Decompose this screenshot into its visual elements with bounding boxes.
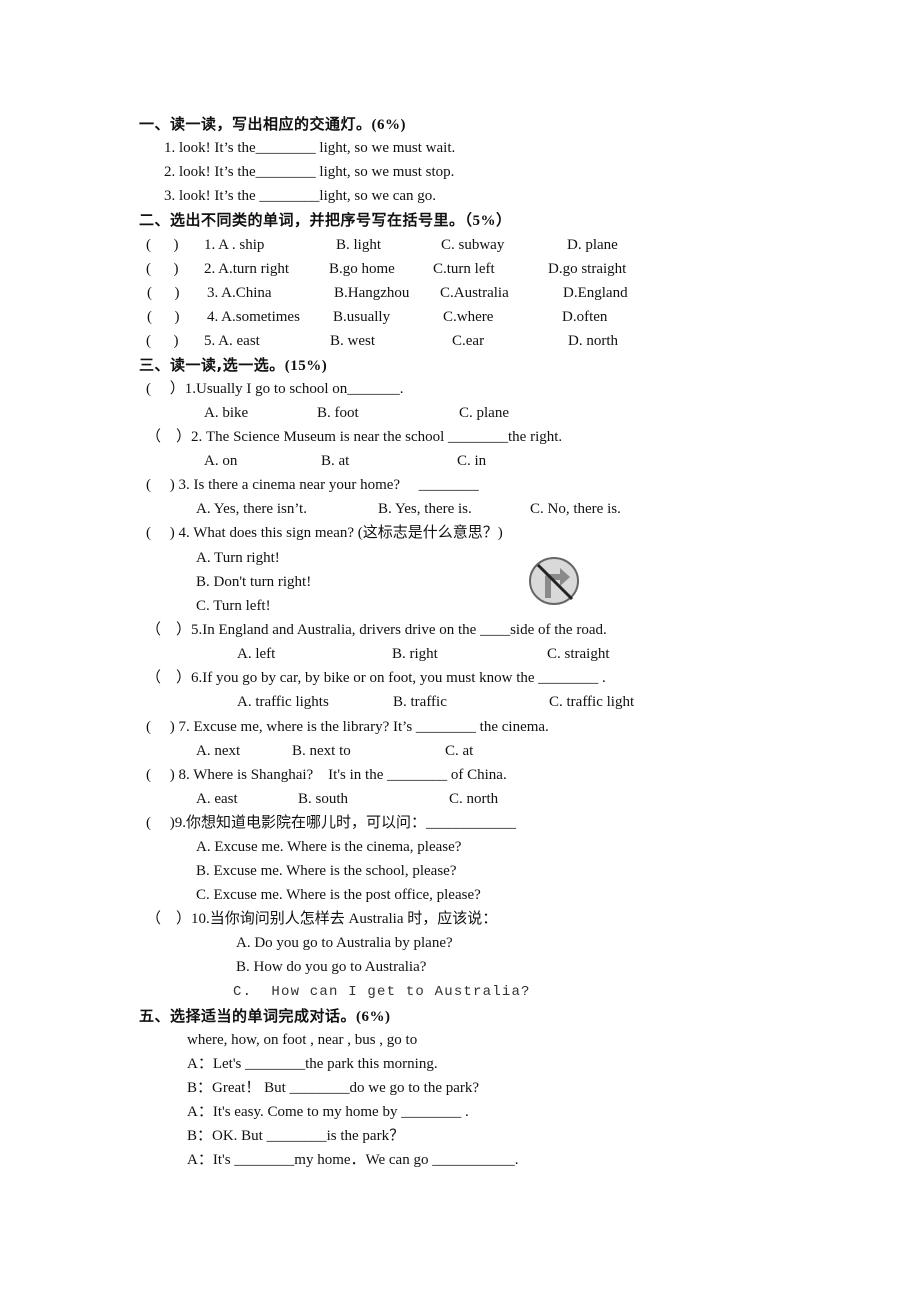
section1-score: (6%)	[371, 117, 407, 133]
answer-bracket[interactable]: ( )	[147, 283, 180, 303]
section3-score: (15%)	[284, 358, 328, 374]
q5-option-b: B. right	[392, 646, 438, 662]
option-a: 3. A.China	[207, 285, 272, 301]
option-b: B. light	[336, 237, 382, 253]
section2-heading: 二、选出不同类的单词，并把序号写在括号里。（5%）	[139, 210, 512, 231]
section5-heading-text: 五、选择适当的单词完成对话。	[139, 1007, 357, 1025]
dialogue-line-2: B：Great！ But ________do we go to the par…	[187, 1080, 480, 1096]
q5-stem: （ ）5.In England and Australia, drivers d…	[146, 622, 607, 638]
answer-bracket[interactable]: ( )	[146, 331, 179, 351]
section5-heading: 五、选择适当的单词完成对话。(6%)	[139, 1006, 391, 1027]
q5-option-a: A. left	[237, 646, 276, 662]
q1-option-c: C. plane	[459, 405, 509, 421]
option-d: D. plane	[567, 237, 618, 253]
section1-heading-text: 一、读一读，写出相应的交通灯。	[139, 115, 372, 133]
q4-option-b: B. Don't turn right!	[196, 574, 312, 590]
q6-option-b: B. traffic	[393, 694, 447, 710]
section3-heading-text: 三、读一读,选一选。	[139, 356, 285, 374]
q10-stem: （ ）10.当你询问别人怎样去 Australia 时，应该说：	[146, 911, 498, 927]
q1-stem: ( ）1.Usually I go to school on_______.	[146, 381, 404, 397]
q2-stem: （ ）2. The Science Museum is near the sch…	[146, 429, 563, 445]
q2-option-c: C. in	[457, 453, 487, 469]
q8-option-b: B. south	[298, 791, 349, 807]
dialogue-line-1: A：Let's ________the park this morning.	[187, 1056, 438, 1072]
option-a: 1. A . ship	[204, 237, 265, 253]
q9-option-c: C. Excuse me. Where is the post office, …	[196, 887, 481, 903]
option-a: 5. A. east	[204, 333, 260, 349]
option-b: B.Hangzhou	[334, 285, 410, 301]
option-b: B. west	[330, 333, 375, 349]
q10-option-c: C. How can I get to Australia?	[233, 984, 531, 1000]
dialogue-line-5: A：It's ________my home．We can go _______…	[187, 1152, 519, 1168]
option-c: C.ear	[452, 333, 485, 349]
q2-option-b: B. at	[321, 453, 350, 469]
answer-bracket[interactable]: ( )	[146, 259, 179, 279]
option-c: C.Australia	[440, 285, 509, 301]
q9-option-a: A. Excuse me. Where is the cinema, pleas…	[196, 839, 462, 855]
section3-heading: 三、读一读,选一选。(15%)	[139, 355, 327, 376]
option-b: B.go home	[329, 261, 395, 277]
section2-score: （5%）	[464, 213, 512, 229]
q6-stem: （ ）6.If you go by car, by bike or on foo…	[146, 670, 606, 686]
q7-option-c: C. at	[445, 743, 474, 759]
q3-stem: ( ) 3. Is there a cinema near your home?…	[146, 477, 479, 493]
q7-option-b: B. next to	[292, 743, 351, 759]
q10-option-b: B. How do you go to Australia?	[236, 959, 427, 975]
q6-option-c: C. traffic light	[549, 694, 635, 710]
q10-option-a: A. Do you go to Australia by plane?	[236, 935, 453, 951]
q9-option-b: B. Excuse me. Where is the school, pleas…	[196, 863, 457, 879]
option-a: 4. A.sometimes	[207, 309, 300, 325]
option-d: D. north	[568, 333, 618, 349]
option-c: C.where	[443, 309, 494, 325]
section1-heading: 一、读一读，写出相应的交通灯。(6%)	[139, 114, 406, 135]
option-a: 2. A.turn right	[204, 261, 289, 277]
q1-option-a: A. bike	[204, 405, 249, 421]
q6-option-a: A. traffic lights	[237, 694, 329, 710]
section2-heading-text: 二、选出不同类的单词，并把序号写在括号里。	[139, 211, 465, 229]
q3-option-c: C. No, there is.	[530, 501, 621, 517]
q3-option-a: A. Yes, there isn’t.	[196, 501, 307, 517]
s1-item-1: 1. look! It’s the________ light, so we m…	[164, 140, 456, 156]
q4-option-a: A. Turn right!	[196, 550, 280, 566]
answer-bracket[interactable]: ( )	[146, 235, 179, 255]
option-c: C.turn left	[433, 261, 495, 277]
q8-stem: ( ) 8. Where is Shanghai? It's in the __…	[146, 767, 507, 783]
word-bank: where, how, on foot , near , bus , go to	[187, 1032, 418, 1048]
section5-score: (6%)	[356, 1009, 391, 1025]
dialogue-line-4: B：OK. But ________is the park？	[187, 1128, 405, 1144]
no-right-turn-sign-icon	[529, 557, 579, 605]
s1-item-2: 2. look! It’s the________ light, so we m…	[164, 164, 455, 180]
option-d: D.often	[562, 309, 608, 325]
q4-stem: ( ) 4. What does this sign mean? (这标志是什么…	[146, 525, 503, 541]
q3-option-b: B. Yes, there is.	[378, 501, 472, 517]
option-c: C. subway	[441, 237, 505, 253]
q2-option-a: A. on	[204, 453, 238, 469]
answer-bracket[interactable]: ( )	[147, 307, 180, 327]
dialogue-line-3: A：It's easy. Come to my home by ________…	[187, 1104, 469, 1120]
q9-stem: ( )9.你想知道电影院在哪儿时，可以问：____________	[146, 815, 516, 831]
q4-option-c: C. Turn left!	[196, 598, 271, 614]
q7-option-a: A. next	[196, 743, 241, 759]
q8-option-c: C. north	[449, 791, 499, 807]
q5-option-c: C. straight	[547, 646, 610, 662]
option-d: D.go straight	[548, 261, 627, 277]
q7-stem: ( ) 7. Excuse me, where is the library? …	[146, 719, 549, 735]
q1-option-b: B. foot	[317, 405, 359, 421]
s1-item-3: 3. look! It’s the ________light, so we c…	[164, 188, 437, 204]
option-d: D.England	[563, 285, 628, 301]
q8-option-a: A. east	[196, 791, 238, 807]
option-b: B.usually	[333, 309, 391, 325]
